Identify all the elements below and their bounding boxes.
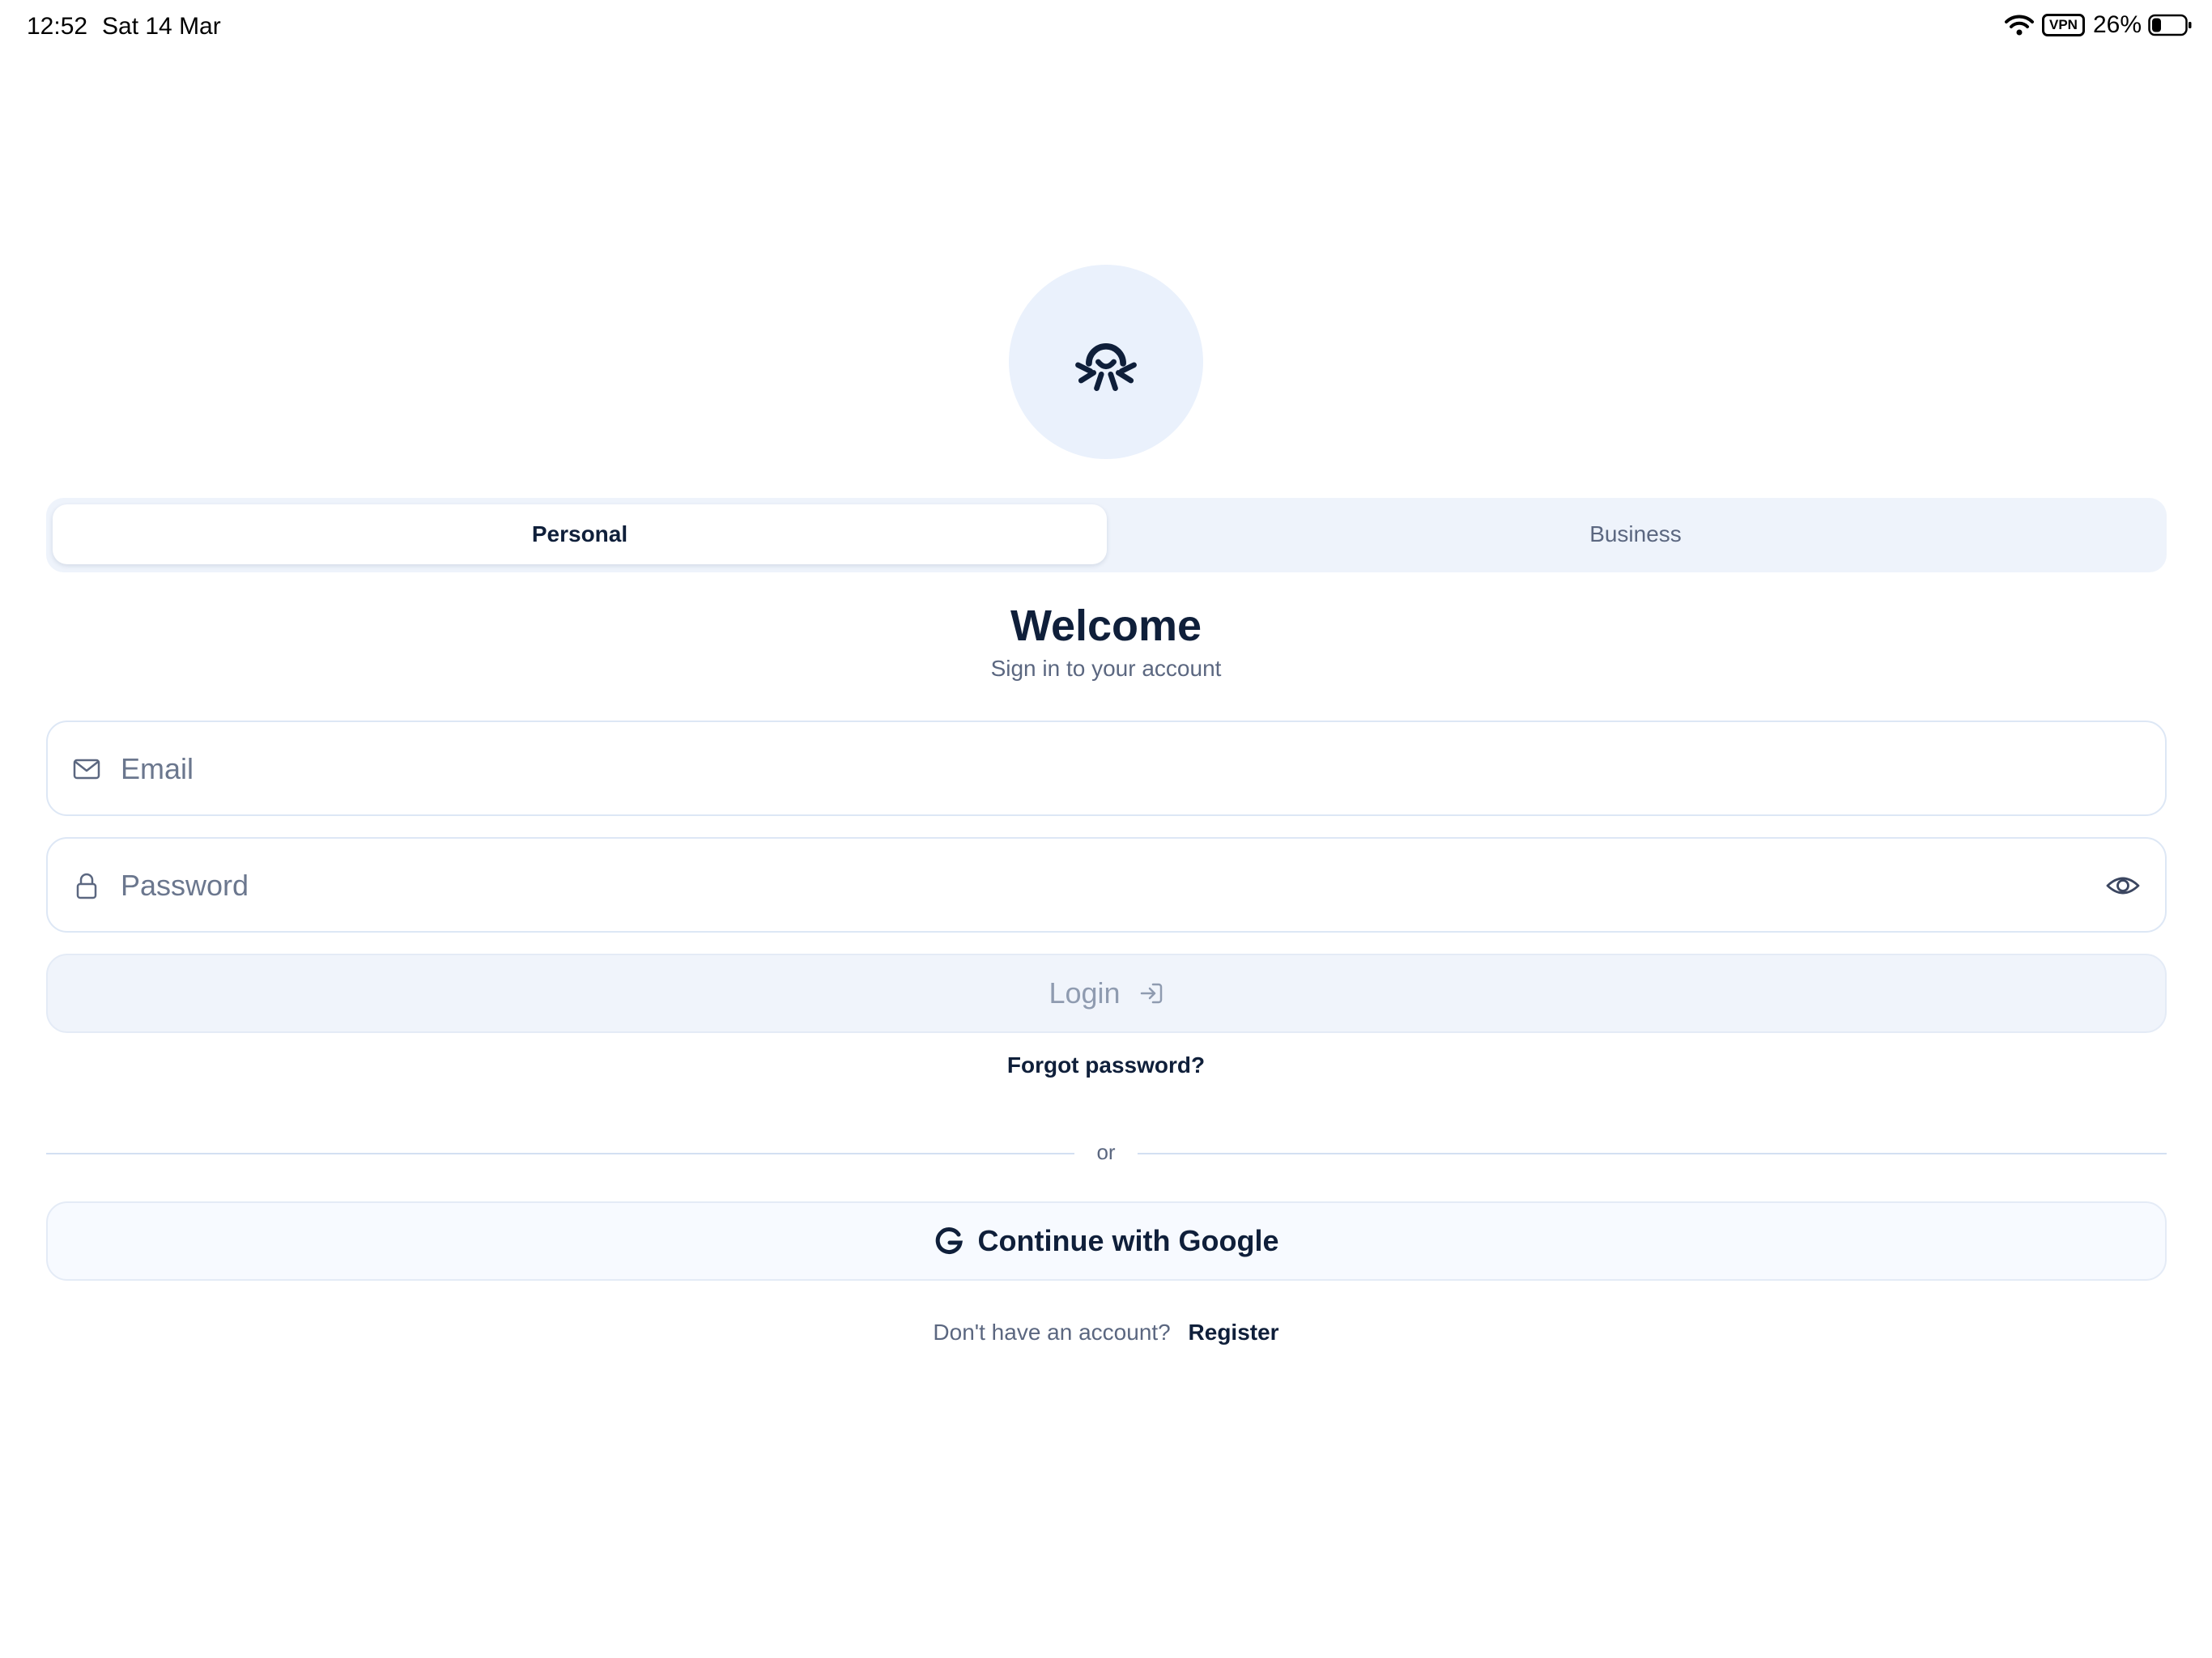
login-icon [1140,983,1162,1004]
register-row: Don't have an account? Register [0,1320,2212,1346]
divider-label: or [1096,1140,1116,1164]
email-field [46,721,2167,816]
divider-left [46,1153,1074,1154]
vpn-badge: VPN [2041,14,2085,36]
login-button-label: Login [1049,976,1121,1010]
email-input[interactable] [119,722,2065,816]
app-logo [1009,265,1203,459]
battery-percentage: 26% [2092,11,2142,38]
mail-icon [73,759,100,780]
status-indicators: VPN 26% [2004,11,2193,39]
account-type-segment: Personal Business [46,498,2167,572]
password-field [46,837,2167,933]
page-subtitle: Sign in to your account [990,656,1222,681]
tab-business[interactable]: Business [1108,504,2163,564]
status-bar: 12:52 Sat 14 Mar VPN 26% [0,0,2212,52]
status-date: Sat 14 Mar [102,13,221,40]
divider-right [1138,1153,2167,1154]
lock-icon [76,873,97,899]
google-button-label: Continue with Google [977,1224,1279,1257]
login-screen: 12:52 Sat 14 Mar VPN 26% Personal Busine… [0,0,2212,1658]
show-password-icon[interactable] [2105,869,2141,902]
logo-icon [1075,342,1137,391]
status-time: 12:52 [27,13,88,40]
password-input[interactable] [119,839,2065,933]
google-signin-button[interactable]: Continue with Google [46,1201,2167,1281]
page-title: Welcome [1010,602,1202,650]
forgot-password-link[interactable]: Forgot password? [0,1052,2212,1078]
battery-icon [2148,14,2192,36]
google-icon [935,1227,963,1255]
wifi-icon [2004,15,2034,36]
login-button[interactable]: Login [46,954,2167,1033]
tab-personal[interactable]: Personal [53,504,1107,564]
register-link[interactable]: Register [1189,1320,1279,1345]
register-prompt: Don't have an account? [933,1320,1171,1345]
